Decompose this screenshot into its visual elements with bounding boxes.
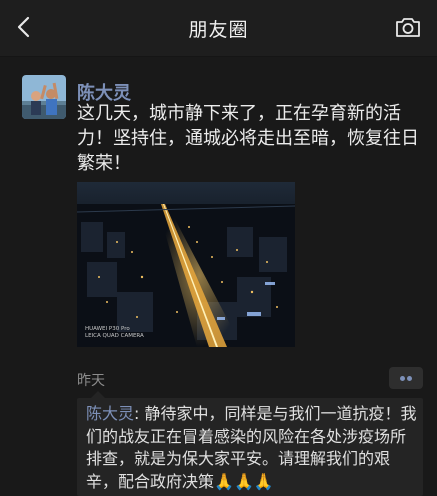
comment[interactable]: 陈大灵: 静待家中，同样是与我们一道抗疫！我们的战友正在冒着感染的风险在各处涉疫…	[86, 403, 418, 493]
more-dots-icon	[407, 376, 412, 381]
camera-icon[interactable]	[395, 15, 421, 39]
more-options-button[interactable]	[389, 367, 423, 389]
post-text: 这几天，城市静下来了，正在孕育新的活力！坚持住，通城必将走出至暗，恢复往日繁荣！	[77, 103, 419, 174]
comment-separator: :	[134, 404, 145, 423]
more-dots-icon	[400, 376, 405, 381]
comment-author[interactable]: 陈大灵	[86, 404, 134, 423]
comment-section: 陈大灵: 静待家中，同样是与我们一道抗疫！我们的战友正在冒着感染的风险在各处涉疫…	[77, 391, 423, 496]
photo-watermark: HUAWEI P30 Pro LEICA QUAD CAMERA	[85, 326, 144, 339]
top-nav-bar: 朋友圈	[0, 0, 437, 57]
page-title: 朋友圈	[188, 19, 249, 41]
post-photo[interactable]: HUAWEI P30 Pro LEICA QUAD CAMERA	[77, 182, 295, 347]
post-time: 昨天	[77, 373, 105, 389]
pray-emoji-icon: 🙏🙏🙏	[214, 471, 274, 491]
avatar[interactable]	[22, 75, 66, 119]
